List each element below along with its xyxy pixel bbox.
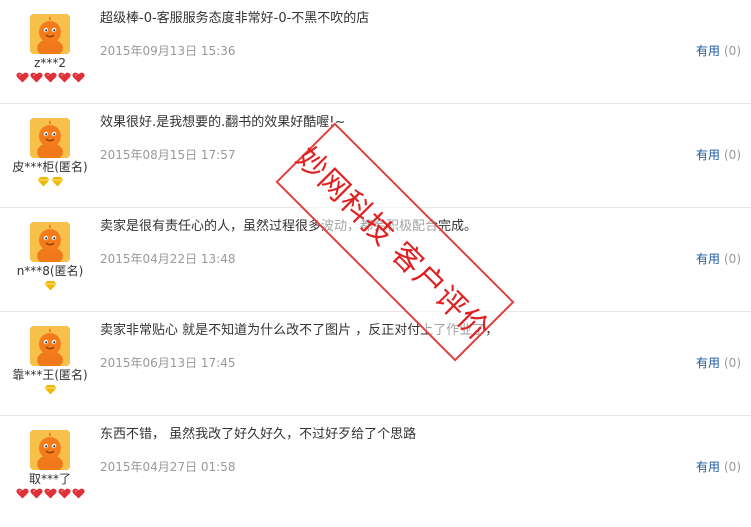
heart-icon bbox=[57, 488, 71, 499]
reviewer: z***2 bbox=[0, 14, 100, 84]
reviewer-name: 靠***王(匿名) bbox=[12, 368, 88, 382]
useful-count: (0) bbox=[724, 460, 741, 474]
buyer-level-badges bbox=[0, 176, 100, 188]
useful-vote[interactable]: 有用 (0) bbox=[696, 146, 741, 163]
useful-button[interactable]: 有用 bbox=[696, 148, 720, 162]
orange-mascot-avatar-icon bbox=[30, 326, 70, 366]
heart-icon bbox=[29, 72, 43, 83]
orange-mascot-avatar-icon bbox=[30, 430, 70, 470]
buyer-level-badges bbox=[0, 280, 100, 292]
reviewer-name: 皮***柜(匿名) bbox=[12, 160, 88, 174]
heart-icon bbox=[43, 72, 57, 83]
diamond-icon bbox=[51, 176, 64, 187]
reviewer: 取***了 bbox=[0, 430, 100, 500]
useful-button[interactable]: 有用 bbox=[696, 460, 720, 474]
useful-vote[interactable]: 有用 (0) bbox=[696, 42, 741, 59]
diamond-icon bbox=[44, 384, 57, 395]
useful-button[interactable]: 有用 bbox=[696, 356, 720, 370]
reviewer: 皮***柜(匿名) bbox=[0, 118, 100, 188]
useful-count: (0) bbox=[724, 44, 741, 58]
useful-count: (0) bbox=[724, 356, 741, 370]
review-item: 取***了 东西不错， 虽然我改了好久好久，不过好歹给了个思路 2015年04月… bbox=[0, 416, 751, 520]
orange-mascot-avatar-icon bbox=[30, 14, 70, 54]
useful-button[interactable]: 有用 bbox=[696, 252, 720, 266]
orange-mascot-avatar-icon bbox=[30, 222, 70, 262]
heart-icon bbox=[71, 488, 85, 499]
useful-button[interactable]: 有用 bbox=[696, 44, 720, 58]
review-date: 2015年08月15日 17:57 bbox=[100, 148, 236, 162]
reviewer-name: n***8(匿名) bbox=[16, 264, 84, 278]
reviewer-name: z***2 bbox=[34, 56, 66, 70]
diamond-icon bbox=[44, 280, 57, 291]
reviewer: 靠***王(匿名) bbox=[0, 326, 100, 396]
review-date: 2015年09月13日 15:36 bbox=[100, 44, 236, 58]
review-text: 效果很好.是我想要的.翻书的效果好酷喔!~ bbox=[100, 115, 346, 130]
heart-icon bbox=[15, 72, 29, 83]
reviewer-name: 取***了 bbox=[28, 472, 71, 486]
review-item: 靠***王(匿名) 卖家非常贴心 就是不知道为什么改不了图片 ，反正对付上了作业… bbox=[0, 312, 751, 416]
useful-count: (0) bbox=[724, 252, 741, 266]
buyer-level-badges bbox=[0, 384, 100, 396]
useful-vote[interactable]: 有用 (0) bbox=[696, 458, 741, 475]
buyer-level-badges bbox=[0, 488, 100, 500]
heart-icon bbox=[43, 488, 57, 499]
useful-vote[interactable]: 有用 (0) bbox=[696, 250, 741, 267]
review-text: 超级棒-0-客服服务态度非常好-0-不黑不吹的店 bbox=[100, 11, 370, 26]
orange-mascot-avatar-icon bbox=[30, 118, 70, 158]
useful-vote[interactable]: 有用 (0) bbox=[696, 354, 741, 371]
heart-icon bbox=[57, 72, 71, 83]
heart-icon bbox=[29, 488, 43, 499]
reviewer: n***8(匿名) bbox=[0, 222, 100, 292]
review-date: 2015年06月13日 17:45 bbox=[100, 356, 236, 370]
useful-count: (0) bbox=[724, 148, 741, 162]
review-item: z***2 超级棒-0-客服服务态度非常好-0-不黑不吹的店 2015年09月1… bbox=[0, 0, 751, 104]
diamond-icon bbox=[37, 176, 50, 187]
heart-icon bbox=[15, 488, 29, 499]
review-text: 东西不错， 虽然我改了好久好久，不过好歹给了个思路 bbox=[100, 427, 417, 442]
heart-icon bbox=[71, 72, 85, 83]
review-date: 2015年04月22日 13:48 bbox=[100, 252, 236, 266]
buyer-level-badges bbox=[0, 72, 100, 84]
review-date: 2015年04月27日 01:58 bbox=[100, 460, 236, 474]
